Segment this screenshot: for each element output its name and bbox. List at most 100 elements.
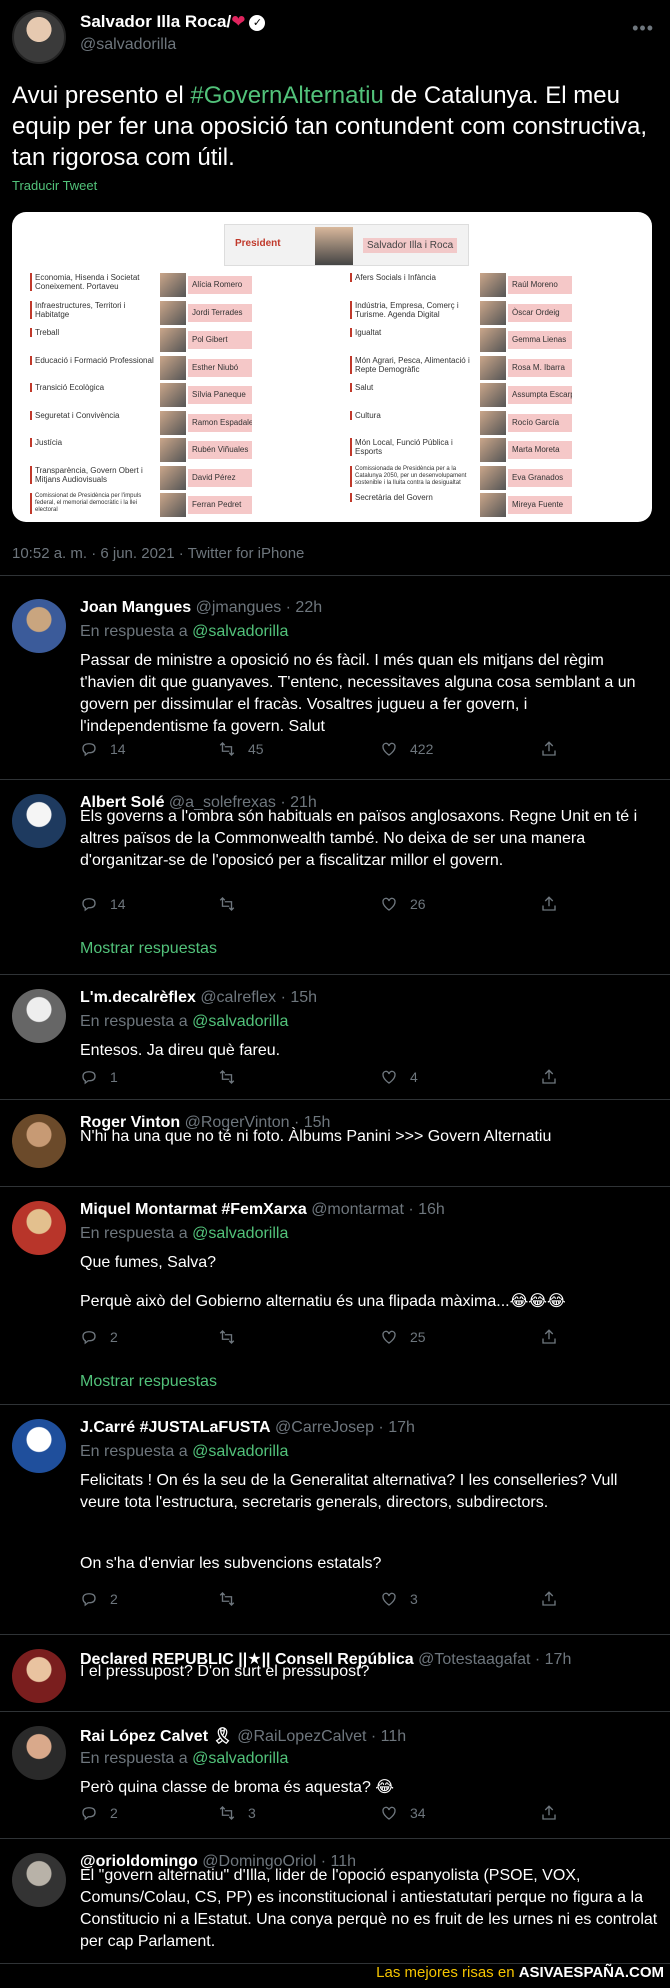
government-team-image[interactable]: President Salvador Illa i Roca Economia,… bbox=[12, 212, 652, 522]
member-name: Òscar Ordeig bbox=[508, 303, 572, 322]
member-name: Marta Moreta bbox=[508, 441, 572, 459]
hashtag-link[interactable]: #GovernAlternatiu bbox=[190, 82, 383, 109]
member-name: Ferran Pedret bbox=[188, 496, 252, 514]
reply-text: N'hi ha una que no té ni foto. Àlbums Pa… bbox=[80, 1128, 552, 1145]
share-button[interactable] bbox=[540, 1068, 558, 1086]
like-button[interactable]: 25 bbox=[380, 1328, 426, 1346]
reply-author[interactable]: J.Carré #JUSTALaFUSTA @CarreJosep · 17h bbox=[80, 1419, 415, 1437]
department-label: Educació i Formació Professional bbox=[30, 355, 160, 365]
retweet-button[interactable] bbox=[218, 1068, 248, 1086]
share-button[interactable] bbox=[540, 740, 558, 758]
heart-icon: ❤ bbox=[231, 12, 246, 31]
reply-author-handle[interactable]: @calreflex · 15h bbox=[200, 989, 317, 1006]
member-row: Comissionat de Presidència per l'impuls … bbox=[12, 492, 312, 519]
in-reply-to: En respuesta a @salvadorilla bbox=[80, 1013, 288, 1031]
share-button[interactable] bbox=[540, 895, 558, 913]
member-name: Assumpta Escarp bbox=[508, 386, 572, 404]
department-label: Infraestructures, Territori i Habitatge bbox=[30, 300, 160, 319]
department-label: Treball bbox=[30, 328, 160, 337]
reply-button[interactable]: 14 bbox=[80, 740, 126, 758]
reply-tweet: Roger Vinton @RogerVinton · 15h N'hi ha u… bbox=[0, 1100, 670, 1187]
author-handle[interactable]: @salvadorilla bbox=[80, 36, 176, 54]
mention-link[interactable]: @salvadorilla bbox=[192, 623, 288, 640]
reply-avatar[interactable] bbox=[12, 1726, 66, 1780]
member-photo bbox=[480, 273, 506, 297]
reply-author-name[interactable]: Miquel Montarmat #FemXarxa bbox=[80, 1201, 307, 1218]
more-options-icon[interactable]: ••• bbox=[632, 18, 654, 39]
reply-author-name[interactable]: J.Carré #JUSTALaFUSTA bbox=[80, 1419, 271, 1436]
mention-link[interactable]: @salvadorilla bbox=[192, 1013, 288, 1030]
reply-avatar[interactable] bbox=[12, 794, 66, 848]
likes-count: 4 bbox=[410, 1069, 418, 1085]
department-label: Igualtat bbox=[350, 328, 480, 337]
like-button[interactable]: 3 bbox=[380, 1590, 418, 1608]
share-button[interactable] bbox=[540, 1328, 558, 1346]
show-replies-link[interactable]: Mostrar respuestas bbox=[80, 940, 217, 958]
reply-text: Però quina classe de broma és aquesta? 😂 bbox=[80, 1779, 394, 1796]
reply-avatar[interactable] bbox=[12, 1419, 66, 1473]
mention-link[interactable]: @salvadorilla bbox=[192, 1225, 288, 1242]
author-avatar[interactable] bbox=[12, 10, 66, 64]
like-button[interactable]: 34 bbox=[380, 1804, 426, 1822]
reply-button[interactable]: 1 bbox=[80, 1068, 118, 1086]
reply-author-handle[interactable]: @CarreJosep · 17h bbox=[275, 1419, 415, 1436]
retweet-icon bbox=[219, 1806, 235, 1820]
reply-author[interactable]: Joan Mangues @jmangues · 22h bbox=[80, 599, 322, 617]
department-label: Justícia bbox=[30, 438, 160, 447]
reply-icon bbox=[82, 1331, 96, 1345]
reply-avatar[interactable] bbox=[12, 1201, 66, 1255]
mention-link[interactable]: @salvadorilla bbox=[192, 1443, 288, 1460]
share-button[interactable] bbox=[540, 1590, 558, 1608]
reply-avatar[interactable] bbox=[12, 1114, 66, 1168]
reply-author-handle[interactable]: @jmangues · 22h bbox=[196, 599, 323, 616]
reply-button[interactable]: 2 bbox=[80, 1804, 118, 1822]
retweet-icon bbox=[219, 897, 235, 911]
retweet-button[interactable]: 3 bbox=[218, 1804, 256, 1822]
reply-avatar[interactable] bbox=[12, 1853, 66, 1907]
replies-count: 14 bbox=[110, 896, 126, 912]
retweet-button[interactable] bbox=[218, 895, 248, 913]
member-photo bbox=[160, 273, 186, 297]
share-button[interactable] bbox=[540, 1804, 558, 1822]
member-row: Seguretat i Convivència Ramon Espadaler bbox=[12, 410, 312, 437]
reply-button[interactable]: 2 bbox=[80, 1328, 118, 1346]
translate-tweet-link[interactable]: Traducir Tweet bbox=[12, 178, 97, 193]
reply-author-handle[interactable]: @montarmat · 16h bbox=[311, 1201, 445, 1218]
action-bar: 23 bbox=[80, 1590, 600, 1610]
reply-author-name[interactable]: L'm.decalrèflex bbox=[80, 989, 196, 1006]
reply-avatar[interactable] bbox=[12, 1649, 66, 1703]
member-name: Rosa M. Ibarra bbox=[508, 358, 572, 377]
reply-tweet: Miquel Montarmat #FemXarxa @montarmat · … bbox=[0, 1187, 670, 1405]
likes-count: 26 bbox=[410, 896, 426, 912]
share-icon bbox=[542, 896, 556, 911]
show-replies-link[interactable]: Mostrar respuestas bbox=[80, 1373, 217, 1391]
like-button[interactable]: 422 bbox=[380, 740, 433, 758]
reply-author[interactable]: Miquel Montarmat #FemXarxa @montarmat · … bbox=[80, 1201, 445, 1219]
reply-author[interactable]: Rai López Calvet 🎗 @RaiLopezCalvet · 11h bbox=[80, 1726, 406, 1746]
president-name: Salvador Illa i Roca bbox=[363, 238, 458, 253]
author-name[interactable]: Salvador Illa Roca/❤ ✓ bbox=[80, 12, 266, 32]
reply-avatar[interactable] bbox=[12, 989, 66, 1043]
retweet-button[interactable] bbox=[218, 1328, 248, 1346]
in-reply-to: En respuesta a @salvadorilla bbox=[80, 1443, 288, 1461]
reply-author-name[interactable]: Rai López Calvet 🎗 bbox=[80, 1728, 233, 1745]
member-name: Rubén Viñuales bbox=[188, 441, 252, 459]
reply-text: Passar de ministre a oposició no és fàci… bbox=[80, 652, 636, 735]
retweet-button[interactable] bbox=[218, 1590, 248, 1608]
action-bar: 14 45 422 bbox=[80, 740, 600, 760]
reply-author-handle[interactable]: @RaiLopezCalvet · 11h bbox=[237, 1728, 406, 1745]
retweets-count: 3 bbox=[248, 1805, 256, 1821]
reply-button[interactable]: 2 bbox=[80, 1590, 118, 1608]
like-button[interactable]: 26 bbox=[380, 895, 426, 913]
member-photo bbox=[480, 300, 506, 325]
mention-link[interactable]: @salvadorilla bbox=[192, 1750, 288, 1767]
like-button[interactable]: 4 bbox=[380, 1068, 418, 1086]
member-row: Treball Pol Gibert bbox=[12, 327, 312, 354]
reply-author[interactable]: L'm.decalrèflex @calreflex · 15h bbox=[80, 989, 317, 1007]
retweet-button[interactable]: 45 bbox=[218, 740, 264, 758]
reply-button[interactable]: 14 bbox=[80, 895, 126, 913]
reply-avatar[interactable] bbox=[12, 599, 66, 653]
member-photo bbox=[160, 383, 186, 407]
reply-author-name[interactable]: Joan Mangues bbox=[80, 599, 191, 616]
like-heart-icon bbox=[382, 1806, 396, 1820]
